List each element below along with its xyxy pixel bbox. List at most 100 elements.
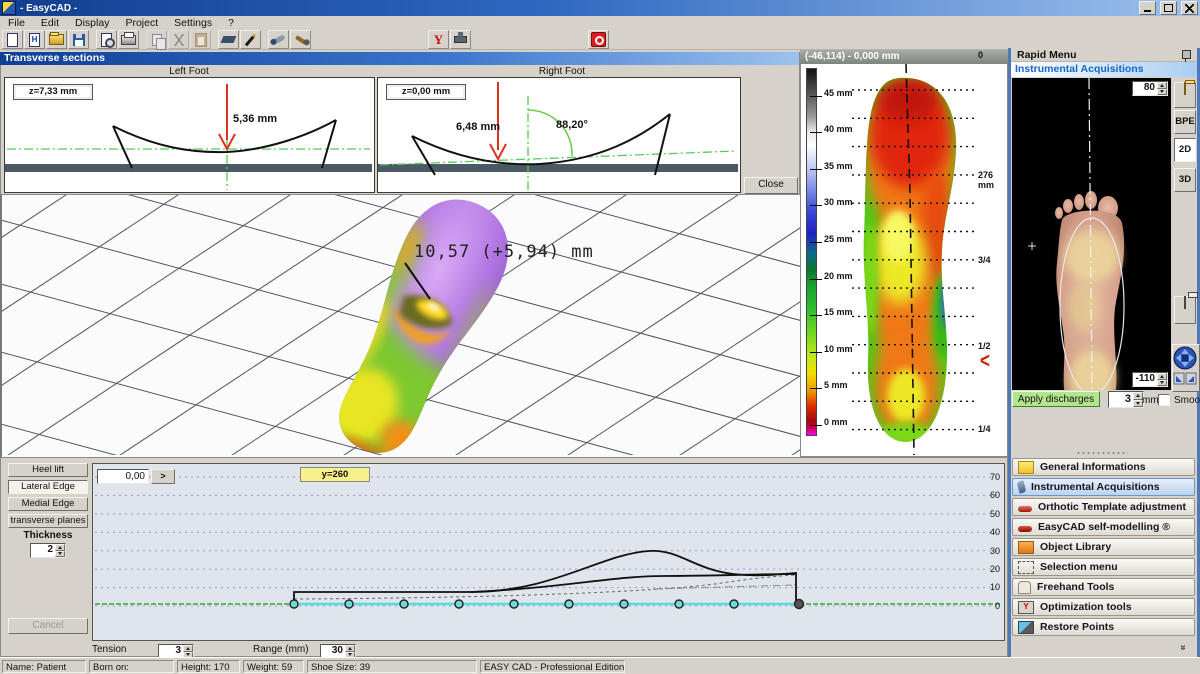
axis-tick: 0 <box>978 597 1000 615</box>
foot-scan-view[interactable]: 80 -110 <box>1012 78 1171 390</box>
stamp-icon <box>454 36 467 43</box>
toolbar-button[interactable] <box>146 30 167 49</box>
offset-entry: 0,00 > <box>97 469 175 484</box>
open-acquisition-button[interactable] <box>1174 82 1196 108</box>
print-preview-icon <box>101 33 112 47</box>
toolbar-button[interactable] <box>68 30 89 49</box>
menu-item[interactable]: File <box>0 17 33 29</box>
mode-button[interactable]: 3D <box>1174 168 1196 192</box>
restore-button[interactable] <box>1160 1 1177 15</box>
edge-button[interactable]: Medial Edge <box>8 497 88 511</box>
3d-view[interactable]: 10,57 (+5,94) mm <box>0 195 805 457</box>
rapid-menu-item[interactable]: Selection menu <box>1012 558 1195 576</box>
menu-item[interactable]: Display <box>67 17 117 29</box>
spin-down-icon[interactable] <box>1157 89 1167 96</box>
app-icon <box>2 1 16 15</box>
scroll-more-icon[interactable]: » <box>1177 645 1188 651</box>
toolbar-button[interactable] <box>450 30 471 49</box>
print-map-button[interactable] <box>1174 296 1196 324</box>
rapid-menu-item[interactable]: Freehand Tools <box>1012 578 1195 596</box>
level-marker-arrow[interactable]: < <box>980 350 990 371</box>
status-bar: Name: Patient NameBorn on: 19/12/1981Hei… <box>0 657 1200 674</box>
rapid-menu-item[interactable]: Restore Points <box>1012 618 1195 636</box>
edge-button[interactable]: Lateral Edge <box>8 480 88 494</box>
control-point[interactable] <box>675 600 683 608</box>
rapid-menu-item[interactable]: EasyCAD self-modelling ® <box>1012 518 1195 536</box>
rapid-menu-item[interactable]: Orthotic Template adjustment <box>1012 498 1195 516</box>
toolbar-button[interactable] <box>240 30 261 49</box>
rapid-menu-item[interactable]: Instrumental Acquisitions <box>1012 478 1195 496</box>
menu-item[interactable]: Edit <box>33 17 67 29</box>
control-point[interactable] <box>290 600 298 608</box>
length-label: 0 <box>978 50 983 60</box>
close-button[interactable] <box>1181 1 1198 15</box>
menu-item[interactable]: Project <box>117 17 166 29</box>
control-point[interactable] <box>565 600 573 608</box>
smoothing-checkbox[interactable] <box>1158 394 1170 406</box>
toolbar-button[interactable] <box>46 30 67 49</box>
toolbar-button[interactable] <box>118 30 139 49</box>
cancel-button[interactable]: Cancel <box>8 618 88 634</box>
control-point[interactable] <box>620 600 628 608</box>
control-point[interactable] <box>795 600 804 609</box>
right-foot-section[interactable]: z=0,00 mm 6,48 mm 88,20° <box>377 77 741 193</box>
restore-icon <box>1018 621 1034 634</box>
paste-icon <box>195 33 207 47</box>
left-foot-section[interactable]: z=7,33 mm 5,36 mm <box>4 77 375 193</box>
toolbar-button[interactable] <box>168 30 189 49</box>
toolbar-button[interactable] <box>24 30 45 49</box>
template-icon <box>1018 506 1032 512</box>
offset-input[interactable]: 0,00 <box>97 469 149 484</box>
toolbar-button[interactable] <box>190 30 211 49</box>
edge-button[interactable]: transverse planes <box>8 514 88 528</box>
profile-plot[interactable]: 0,00 > <box>92 463 1005 641</box>
axis-tick: 30 <box>978 542 1000 560</box>
rapid-menu-item[interactable]: General Informations <box>1012 458 1195 476</box>
rapid-menu-item[interactable]: Optimization tools <box>1012 598 1195 616</box>
toolbar-button[interactable] <box>218 30 239 49</box>
selection-icon <box>1018 561 1034 574</box>
toolbar-button[interactable] <box>2 30 23 49</box>
eraser-icon <box>221 36 237 43</box>
spin-down-icon[interactable] <box>55 551 65 558</box>
minimize-button[interactable] <box>1139 1 1156 15</box>
control-point[interactable] <box>455 600 463 608</box>
mode-button[interactable]: BPE <box>1174 110 1196 134</box>
restore-icon <box>1164 4 1173 12</box>
foot-measure-icon <box>434 33 443 46</box>
forward-button[interactable]: > <box>151 469 175 484</box>
axis-tick: 50 <box>978 505 1000 523</box>
pan-navigator[interactable] <box>1172 344 1200 392</box>
control-point[interactable] <box>730 600 738 608</box>
toolbar-button[interactable] <box>428 30 449 49</box>
optimization-icon <box>1018 601 1034 614</box>
toolbar <box>0 30 1200 50</box>
toolbar-button[interactable] <box>96 30 117 49</box>
edge-button[interactable]: Heel lift <box>8 463 88 477</box>
pin-icon[interactable] <box>1182 50 1191 59</box>
close-sections-button[interactable]: Close <box>744 177 798 194</box>
project-icon <box>29 33 40 47</box>
rotation-spinner[interactable]: 80 <box>1132 81 1168 96</box>
mode-button[interactable]: 2D <box>1174 138 1196 162</box>
apply-discharges-button[interactable]: Apply discharges <box>1012 391 1100 407</box>
control-point[interactable] <box>510 600 518 608</box>
control-point[interactable] <box>345 600 353 608</box>
offset-spinner[interactable]: -110 <box>1132 372 1168 387</box>
control-point[interactable] <box>400 600 408 608</box>
menu-item[interactable]: ? <box>220 17 242 29</box>
toolbar-separator <box>312 31 428 48</box>
handpiece-icon <box>272 34 285 44</box>
toolbar-button[interactable] <box>268 30 289 49</box>
left-foot-label: Left Foot <box>4 66 374 77</box>
discharge-spinner[interactable]: 3 <box>1108 391 1144 408</box>
self-modelling-icon <box>1018 526 1032 532</box>
spin-down-icon[interactable] <box>1157 380 1167 387</box>
thickness-spinner[interactable]: 2 <box>30 543 66 558</box>
toolbar-button[interactable] <box>588 30 609 49</box>
menu-item[interactable]: Settings <box>166 17 220 29</box>
pressure-heatmap[interactable] <box>840 64 985 455</box>
toolbar-button[interactable] <box>290 30 311 49</box>
rapid-menu-item[interactable]: Object Library <box>1012 538 1195 556</box>
menu-drag-handle[interactable] <box>1076 451 1128 455</box>
